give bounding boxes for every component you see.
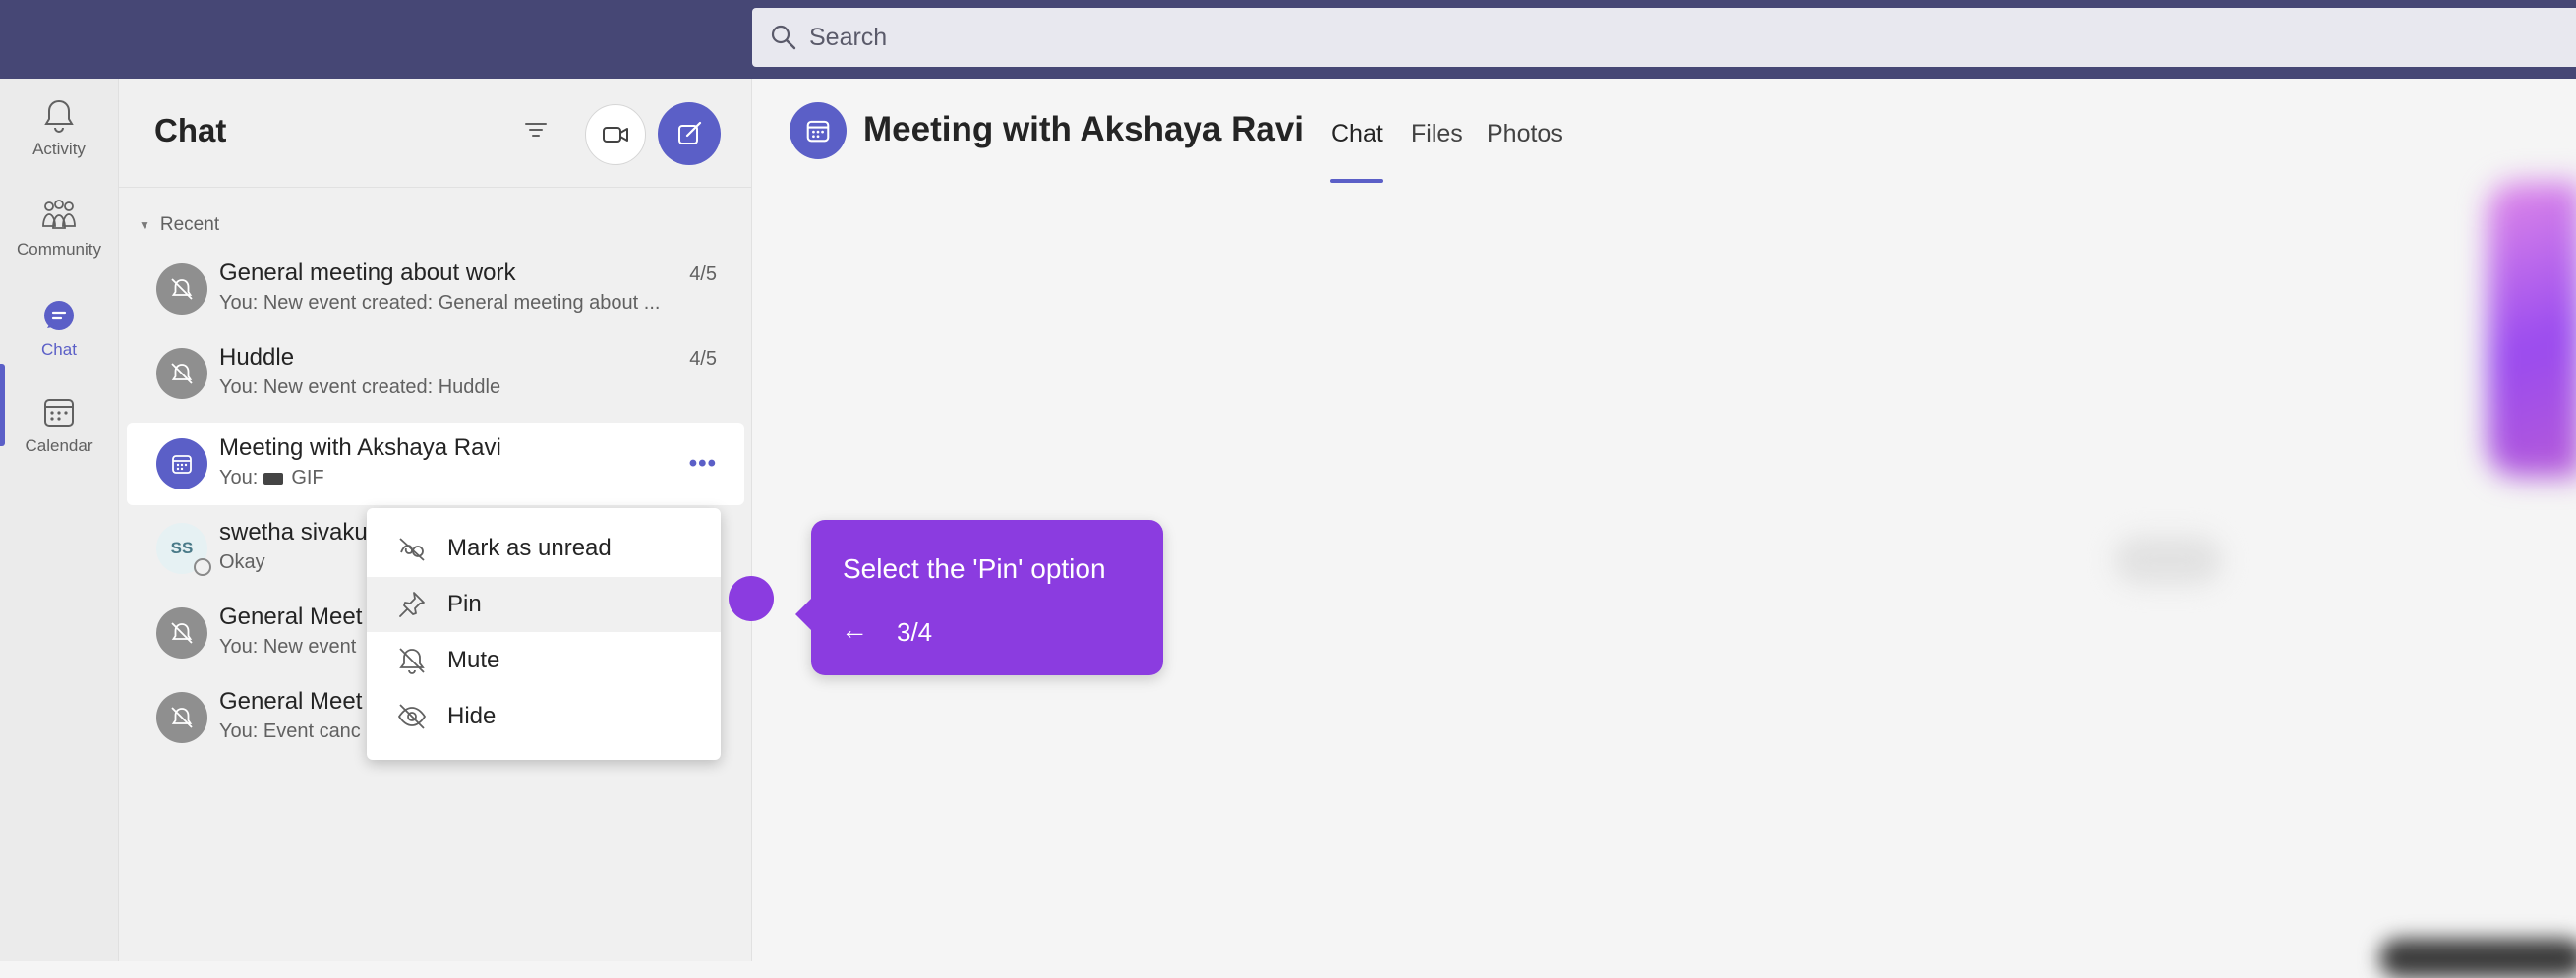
rail-label: Activity [32, 140, 86, 158]
chat-row-name: General Meet [219, 688, 363, 715]
tab-files[interactable]: Files [1411, 120, 1463, 148]
avatar: SS [156, 523, 211, 576]
chat-row-preview: You: New event [219, 636, 357, 658]
calendar-icon [790, 102, 847, 159]
chat-row-date: 4/5 [689, 348, 717, 370]
rail-label: Community [17, 240, 101, 259]
community-icon [42, 200, 76, 229]
blurred-image [2488, 182, 2576, 477]
chat-row-preview: Okay [219, 551, 265, 573]
calendar-icon [156, 438, 207, 489]
muted-icon [156, 607, 207, 659]
rail-label: Chat [41, 340, 77, 359]
tour-tooltip: Select the 'Pin' option ← 3/4 [795, 520, 1163, 675]
chat-row-preview: You: New event created: General meeting … [219, 292, 661, 314]
menu-item-label: Pin [447, 591, 482, 617]
app-rail: Activity Community Chat Calendar [0, 79, 119, 961]
rail-item-activity[interactable]: Activity [0, 96, 118, 159]
rail-item-chat[interactable]: Chat [0, 297, 118, 360]
recent-section-header[interactable]: ▼ Recent [139, 214, 219, 236]
menu-item-label: Mute [447, 647, 500, 673]
pin-icon [399, 592, 425, 617]
muted-icon [156, 263, 207, 315]
blurred-content [2114, 536, 2222, 585]
menu-item-mute[interactable]: Mute [367, 633, 721, 688]
gif-icon [263, 472, 284, 485]
chat-list-header: Chat [119, 79, 751, 188]
chat-list-title: Chat [154, 112, 227, 148]
filter-icon [525, 123, 547, 137]
tab-photos[interactable]: Photos [1487, 120, 1563, 148]
rail-label: Calendar [25, 436, 93, 455]
chat-row-name: Huddle [219, 344, 295, 371]
meet-now-button[interactable] [585, 104, 646, 165]
mute-icon [399, 648, 425, 674]
context-menu: Mark as unread Pin Mute Hide [367, 508, 721, 760]
video-icon [603, 127, 628, 143]
hide-icon [397, 704, 427, 729]
avatar-initials: SS [170, 539, 194, 557]
tour-beacon [729, 576, 774, 621]
muted-icon [156, 692, 207, 743]
preview-text: GIF [291, 467, 324, 489]
chat-row-preview: You: New event created: Huddle [219, 376, 501, 398]
chat-row[interactable]: General meeting about work You: New even… [127, 248, 744, 330]
filter-button[interactable] [516, 110, 556, 149]
chat-row-preview: You: Event canc [219, 720, 361, 742]
chat-row-preview: You: GIF [219, 467, 324, 489]
chat-row[interactable]: Huddle You: New event created: Huddle 4/… [127, 332, 744, 415]
menu-item-label: Hide [447, 703, 497, 729]
blurred-content [2379, 939, 2576, 978]
compose-icon [678, 121, 702, 144]
search-placeholder: Search [809, 23, 888, 51]
tooltip-text: Select the 'Pin' option [843, 553, 1106, 584]
top-bar: Search [0, 0, 2576, 79]
chevron-down-icon: ▼ [139, 218, 150, 232]
tab-chat[interactable]: Chat [1331, 120, 1383, 148]
menu-item-label: Mark as unread [447, 535, 612, 561]
presence-icon [194, 558, 211, 576]
chat-row-selected[interactable]: Meeting with Akshaya Ravi You: GIF ••• [127, 423, 744, 505]
chat-row-name: General meeting about work [219, 259, 516, 286]
chat-icon [44, 301, 74, 330]
conversation-header: Meeting with Akshaya Ravi Chat Files Pho… [752, 79, 2576, 185]
more-options-button[interactable]: ••• [689, 450, 717, 478]
mark-unread-icon [399, 538, 425, 561]
rail-item-calendar[interactable]: Calendar [0, 393, 118, 456]
muted-icon [156, 348, 207, 399]
calendar-icon [44, 399, 74, 427]
tooltip-arrow [795, 599, 811, 630]
menu-item-pin[interactable]: Pin [367, 577, 721, 632]
new-chat-button[interactable] [658, 102, 721, 165]
section-label: Recent [159, 214, 220, 235]
menu-item-mark-unread[interactable]: Mark as unread [367, 521, 721, 576]
preview-prefix: You: [219, 467, 259, 489]
chat-row-name: Meeting with Akshaya Ravi [219, 434, 501, 461]
tooltip-step: 3/4 [897, 617, 933, 647]
rail-item-community[interactable]: Community [0, 197, 118, 259]
search-box[interactable]: Search [752, 8, 2576, 67]
bell-icon [44, 99, 74, 133]
search-icon [771, 25, 796, 50]
menu-item-hide[interactable]: Hide [367, 689, 721, 744]
conversation-title: Meeting with Akshaya Ravi [863, 110, 1304, 148]
chat-row-name: swetha sivaku [219, 519, 368, 546]
chat-row-name: General Meet [219, 604, 363, 630]
chat-row-date: 4/5 [689, 263, 717, 285]
back-arrow-icon[interactable]: ← [841, 614, 868, 646]
active-tab-indicator [1330, 179, 1383, 183]
